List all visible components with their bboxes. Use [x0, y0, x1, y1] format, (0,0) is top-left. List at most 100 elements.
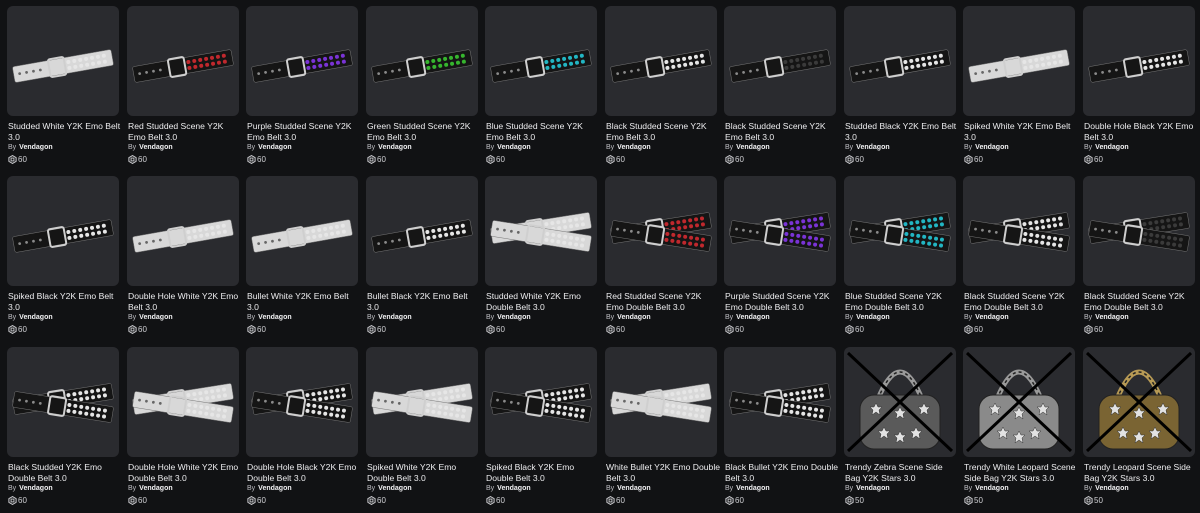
creator-link[interactable]: Vendagon: [1095, 144, 1128, 151]
catalog-item-card[interactable]: Red Studded Scene Y2K Emo Double Belt 3.…: [605, 176, 717, 336]
item-title[interactable]: Purple Studded Scene Y2K Emo Double Belt…: [725, 291, 839, 312]
item-title[interactable]: Spiked White Y2K Emo Double Belt 3.0: [367, 462, 481, 483]
creator-link[interactable]: Vendagon: [378, 485, 411, 492]
item-title[interactable]: Trendy Zebra Scene Side Bag Y2K Stars 3.…: [845, 462, 959, 483]
catalog-item-card[interactable]: Black Studded Y2K Emo Double Belt 3.0 By V…: [7, 347, 119, 507]
catalog-item-card[interactable]: Double Hole Black Y2K Emo Belt 3.0 By Vend…: [1083, 6, 1195, 166]
creator-link[interactable]: Vendagon: [856, 314, 889, 321]
catalog-item-card[interactable]: Black Studded Scene Y2K Emo Double Belt …: [963, 176, 1075, 336]
catalog-item-card[interactable]: Black Studded Scene Y2K Emo Double Belt …: [1083, 176, 1195, 336]
item-thumbnail[interactable]: [127, 347, 239, 457]
item-thumbnail[interactable]: [1083, 347, 1195, 457]
creator-link[interactable]: Vendagon: [975, 314, 1008, 321]
item-thumbnail[interactable]: [844, 347, 956, 457]
item-thumbnail[interactable]: [963, 347, 1075, 457]
item-thumbnail[interactable]: [246, 176, 358, 286]
item-title[interactable]: Bullet White Y2K Emo Belt 3.0: [247, 291, 361, 312]
creator-link[interactable]: Vendagon: [497, 144, 530, 151]
item-title[interactable]: Spiked Black Y2K Emo Double Belt 3.0: [486, 462, 600, 483]
creator-link[interactable]: Vendagon: [258, 314, 291, 321]
item-thumbnail[interactable]: [605, 6, 717, 116]
creator-link[interactable]: Vendagon: [736, 485, 769, 492]
catalog-item-card[interactable]: Studded White Y2K Emo Belt 3.0 By Vendagon…: [7, 6, 122, 166]
item-thumbnail[interactable]: [844, 176, 956, 286]
item-title[interactable]: Blue Studded Scene Y2K Emo Double Belt 3…: [845, 291, 959, 312]
item-title[interactable]: Green Studded Scene Y2K Emo Belt 3.0: [367, 121, 481, 142]
catalog-item-card[interactable]: Trendy White Leopard Scene Side Bag Y2K …: [963, 347, 1075, 507]
creator-link[interactable]: Vendagon: [19, 485, 52, 492]
catalog-item-card[interactable]: Blue Studded Scene Y2K Emo Belt 3.0 By Ven…: [485, 6, 597, 166]
item-thumbnail[interactable]: [963, 176, 1075, 286]
creator-link[interactable]: Vendagon: [1095, 485, 1128, 492]
creator-link[interactable]: Vendagon: [736, 144, 769, 151]
catalog-item-card[interactable]: Red Studded Scene Y2K Emo Belt 3.0 By Vend…: [127, 6, 239, 166]
item-thumbnail[interactable]: [127, 6, 239, 116]
item-title[interactable]: Bullet Black Y2K Emo Belt 3.0: [367, 291, 481, 312]
creator-link[interactable]: Vendagon: [258, 485, 291, 492]
catalog-item-card[interactable]: Studded White Y2K Emo Double Belt 3.0 By V…: [485, 176, 597, 336]
item-thumbnail[interactable]: [605, 176, 717, 286]
catalog-item-card[interactable]: Spiked Black Y2K Emo Double Belt 3.0 By Ve…: [485, 347, 597, 507]
catalog-item-card[interactable]: Green Studded Scene Y2K Emo Belt 3.0 By Ve…: [366, 6, 478, 166]
item-thumbnail[interactable]: [485, 176, 597, 286]
catalog-item-card[interactable]: Spiked White Y2K Emo Belt 3.0 By Vendagon 6…: [963, 6, 1075, 166]
item-title[interactable]: Trendy White Leopard Scene Side Bag Y2K …: [964, 462, 1078, 483]
creator-link[interactable]: Vendagon: [139, 314, 172, 321]
catalog-item-card[interactable]: Double Hole Black Y2K Emo Double Belt 3.…: [246, 347, 358, 507]
item-title[interactable]: Studded White Y2K Emo Belt 3.0: [8, 121, 122, 142]
catalog-item-card[interactable]: Double Hole White Y2K Emo Belt 3.0 By Vend…: [127, 176, 239, 336]
item-thumbnail[interactable]: [246, 6, 358, 116]
catalog-item-card[interactable]: Purple Studded Scene Y2K Emo Belt 3.0 By V…: [246, 6, 358, 166]
item-thumbnail[interactable]: [1083, 6, 1195, 116]
item-title[interactable]: Double Hole White Y2K Emo Belt 3.0: [128, 291, 242, 312]
catalog-item-card[interactable]: White Bullet Y2K Emo Double Belt 3.0 By Ve…: [605, 347, 720, 507]
item-thumbnail[interactable]: [366, 347, 478, 457]
catalog-item-card[interactable]: Trendy Leopard Scene Side Bag Y2K Stars …: [1083, 347, 1195, 507]
creator-link[interactable]: Vendagon: [736, 314, 769, 321]
creator-link[interactable]: Vendagon: [139, 485, 172, 492]
item-title[interactable]: Studded White Y2K Emo Double Belt 3.0: [486, 291, 600, 312]
item-thumbnail[interactable]: [7, 347, 119, 457]
item-title[interactable]: Red Studded Scene Y2K Emo Belt 3.0: [128, 121, 242, 142]
item-title[interactable]: Black Studded Scene Y2K Emo Belt 3.0: [725, 121, 839, 142]
creator-link[interactable]: Vendagon: [19, 144, 52, 151]
item-title[interactable]: Double Hole White Y2K Emo Double Belt 3.…: [128, 462, 242, 483]
catalog-item-card[interactable]: Trendy Zebra Scene Side Bag Y2K Stars 3.…: [844, 347, 956, 507]
item-title[interactable]: Studded Black Y2K Emo Belt 3.0: [845, 121, 959, 142]
item-title[interactable]: Trendy Leopard Scene Side Bag Y2K Stars …: [1084, 462, 1198, 483]
item-title[interactable]: Purple Studded Scene Y2K Emo Belt 3.0: [247, 121, 361, 142]
item-thumbnail[interactable]: [963, 6, 1075, 116]
creator-link[interactable]: Vendagon: [975, 144, 1008, 151]
catalog-item-card[interactable]: Spiked White Y2K Emo Double Belt 3.0 By Ve…: [366, 347, 478, 507]
item-thumbnail[interactable]: [127, 176, 239, 286]
item-title[interactable]: Blue Studded Scene Y2K Emo Belt 3.0: [486, 121, 600, 142]
item-title[interactable]: Black Studded Scene Y2K Emo Double Belt …: [964, 291, 1078, 312]
catalog-item-card[interactable]: Bullet White Y2K Emo Belt 3.0 By Vendagon 6…: [246, 176, 358, 336]
item-thumbnail[interactable]: [7, 6, 119, 116]
catalog-item-card[interactable]: Blue Studded Scene Y2K Emo Double Belt 3…: [844, 176, 956, 336]
item-title[interactable]: Double Hole Black Y2K Emo Belt 3.0: [1084, 121, 1198, 142]
item-thumbnail[interactable]: [724, 347, 836, 457]
item-thumbnail[interactable]: [485, 347, 597, 457]
catalog-item-card[interactable]: Bullet Black Y2K Emo Belt 3.0 By Vendagon 6…: [366, 176, 478, 336]
catalog-item-card[interactable]: Studded Black Y2K Emo Belt 3.0 By Vendagon…: [844, 6, 956, 166]
item-title[interactable]: Black Studded Scene Y2K Emo Double Belt …: [1084, 291, 1198, 312]
catalog-item-card[interactable]: Black Bullet Y2K Emo Double Belt 3.0 By Ve…: [724, 347, 838, 507]
creator-link[interactable]: Vendagon: [378, 144, 411, 151]
catalog-item-card[interactable]: Double Hole White Y2K Emo Double Belt 3.…: [127, 347, 239, 507]
creator-link[interactable]: Vendagon: [497, 485, 530, 492]
item-thumbnail[interactable]: [844, 6, 956, 116]
item-thumbnail[interactable]: [724, 176, 836, 286]
creator-link[interactable]: Vendagon: [975, 485, 1008, 492]
item-thumbnail[interactable]: [366, 176, 478, 286]
item-title[interactable]: Black Studded Y2K Emo Double Belt 3.0: [8, 462, 122, 483]
creator-link[interactable]: Vendagon: [617, 314, 650, 321]
item-title[interactable]: Double Hole Black Y2K Emo Double Belt 3.…: [247, 462, 361, 483]
item-thumbnail[interactable]: [7, 176, 119, 286]
item-title[interactable]: Red Studded Scene Y2K Emo Double Belt 3.…: [606, 291, 720, 312]
creator-link[interactable]: Vendagon: [378, 314, 411, 321]
item-title[interactable]: Spiked Black Y2K Emo Belt 3.0: [8, 291, 122, 312]
item-title[interactable]: Black Studded Scene Y2K Emo Belt 3.0: [606, 121, 720, 142]
creator-link[interactable]: Vendagon: [139, 144, 172, 151]
catalog-item-card[interactable]: Purple Studded Scene Y2K Emo Double Belt…: [724, 176, 836, 336]
